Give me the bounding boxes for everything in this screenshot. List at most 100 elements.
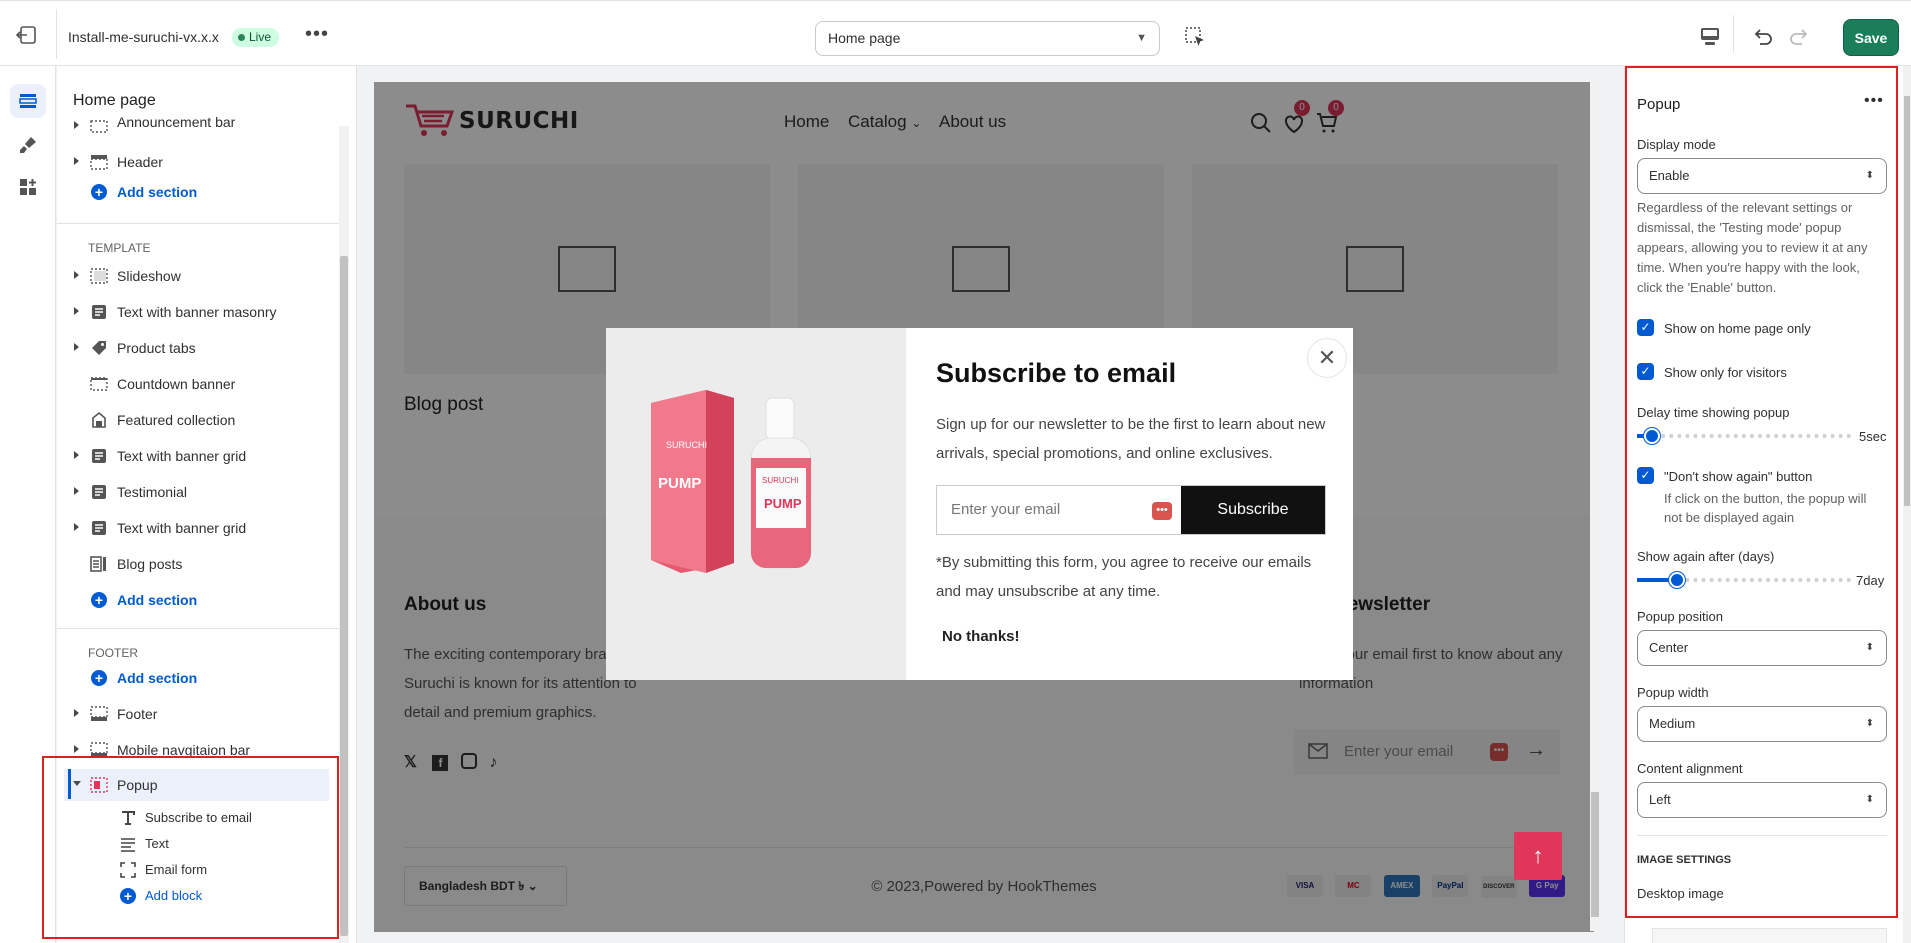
expand-icon[interactable] bbox=[74, 157, 79, 165]
section-item-label: Featured collection bbox=[117, 412, 236, 428]
expand-icon[interactable] bbox=[74, 487, 79, 495]
section-item-footer[interactable]: Footer bbox=[57, 699, 337, 729]
section-item-countdown-banner[interactable]: Countdown banner bbox=[57, 369, 337, 399]
settings-scrollbar[interactable] bbox=[1903, 66, 1911, 943]
expand-icon[interactable] bbox=[74, 121, 79, 129]
brush-icon bbox=[20, 137, 36, 153]
scrollbar-thumb[interactable] bbox=[1591, 792, 1599, 917]
scrollbar-thumb[interactable] bbox=[340, 256, 348, 936]
preview-area: SURUCHI Home Catalog ⌄ About us 0 0 Blog… bbox=[358, 66, 1623, 943]
status-badge: Live bbox=[232, 28, 280, 47]
slideshow-icon bbox=[90, 268, 108, 284]
section-item-label: Slideshow bbox=[117, 268, 181, 284]
store-preview: SURUCHI Home Catalog ⌄ About us 0 0 Blog… bbox=[374, 82, 1594, 932]
section-item-text-banner-grid[interactable]: Text with banner grid bbox=[57, 441, 337, 471]
box-brand: SURUCHI bbox=[666, 440, 707, 450]
header-icon bbox=[90, 155, 108, 170]
group-label-template: TEMPLATE bbox=[88, 241, 151, 255]
section-item-label: Announcement bar bbox=[117, 117, 236, 130]
email-input[interactable]: Enter your email bbox=[951, 501, 1060, 518]
desktop-image-picker[interactable] bbox=[1652, 928, 1887, 943]
back-to-top-button[interactable]: ↑ bbox=[1514, 832, 1562, 880]
redo-icon[interactable] bbox=[1789, 26, 1811, 48]
blog-icon bbox=[90, 556, 106, 572]
expand-icon[interactable] bbox=[74, 709, 79, 717]
apps-icon bbox=[20, 179, 36, 195]
box-product: PUMP bbox=[658, 475, 701, 492]
highlight-box bbox=[42, 756, 339, 939]
expand-icon[interactable] bbox=[74, 451, 79, 459]
popup-email-form: Enter your email ••• Subscribe bbox=[936, 485, 1326, 535]
top-bar: Install-me-suruchi-vx.x.x Live ••• Home … bbox=[0, 0, 1911, 66]
product-image: SURUCHI PUMP SURUCHI PUMP bbox=[651, 390, 812, 573]
section-item-label: Footer bbox=[117, 706, 158, 722]
scrollbar-thumb[interactable] bbox=[1904, 96, 1910, 506]
text-block-icon bbox=[92, 485, 106, 499]
popup-image: SURUCHI PUMP SURUCHI PUMP bbox=[606, 328, 906, 680]
add-section-header[interactable]: + Add section bbox=[57, 177, 337, 207]
section-item-slideshow[interactable]: Slideshow bbox=[57, 261, 337, 291]
desktop-icon[interactable] bbox=[1699, 27, 1721, 47]
divider bbox=[57, 628, 339, 629]
sections-icon bbox=[19, 94, 37, 108]
inspector-icon[interactable] bbox=[1184, 26, 1206, 48]
plus-circle-icon: + bbox=[91, 184, 107, 200]
apps-tab[interactable] bbox=[10, 170, 46, 204]
section-item-text-banner-grid-2[interactable]: Text with banner grid bbox=[57, 513, 337, 543]
exit-icon[interactable] bbox=[16, 26, 38, 44]
section-item-text-banner-masonry[interactable]: Text with banner masonry bbox=[57, 297, 337, 327]
add-section-footer[interactable]: + Add section bbox=[57, 663, 337, 693]
page-selector[interactable]: Home page ▼ bbox=[815, 21, 1160, 56]
popup-description: Sign up for our newsletter to be the fir… bbox=[936, 416, 1326, 462]
add-section-label: Add section bbox=[117, 670, 198, 686]
caret-down-icon: ▼ bbox=[1136, 32, 1147, 44]
add-section-label: Add section bbox=[117, 592, 198, 608]
bottle-brand: SURUCHI bbox=[762, 476, 798, 485]
text-block-icon bbox=[92, 305, 106, 319]
close-icon[interactable]: ✕ bbox=[1307, 338, 1347, 378]
text-block-icon bbox=[92, 521, 106, 535]
section-item-announcement[interactable]: Announcement bar bbox=[57, 117, 337, 137]
highlight-box bbox=[1625, 66, 1898, 918]
expand-icon[interactable] bbox=[74, 745, 79, 753]
expand-icon[interactable] bbox=[74, 271, 79, 279]
section-item-label: Product tabs bbox=[117, 340, 196, 356]
plus-circle-icon: + bbox=[91, 592, 107, 608]
page-selector-value: Home page bbox=[828, 30, 901, 46]
expand-icon[interactable] bbox=[74, 343, 79, 351]
section-item-product-tabs[interactable]: Product tabs bbox=[57, 333, 337, 363]
section-icon bbox=[90, 120, 108, 133]
section-icon bbox=[90, 377, 108, 391]
section-item-testimonial[interactable]: Testimonial bbox=[57, 477, 337, 507]
panel-title: Home page bbox=[73, 92, 156, 109]
password-manager-icon[interactable]: ••• bbox=[1152, 502, 1172, 520]
section-item-featured-collection[interactable]: Featured collection bbox=[57, 405, 337, 435]
add-section-label: Add section bbox=[117, 184, 198, 200]
section-item-label: Text with banner grid bbox=[117, 520, 247, 536]
divider bbox=[1733, 15, 1734, 53]
tag-icon bbox=[92, 341, 106, 355]
text-block-icon bbox=[92, 449, 106, 463]
more-actions-icon[interactable]: ••• bbox=[305, 24, 329, 44]
preview-scrollbar[interactable] bbox=[1590, 82, 1600, 931]
popup-note: *By submitting this form, you agree to r… bbox=[936, 554, 1312, 600]
save-button[interactable]: Save bbox=[1843, 19, 1899, 56]
section-item-label: Text with banner grid bbox=[117, 448, 247, 464]
section-item-blog-posts[interactable]: Blog posts bbox=[57, 549, 337, 579]
theme-settings-tab[interactable] bbox=[10, 128, 46, 162]
divider bbox=[57, 223, 339, 224]
add-section-template[interactable]: + Add section bbox=[57, 585, 337, 615]
sections-tab[interactable] bbox=[10, 84, 46, 118]
undo-icon[interactable] bbox=[1751, 26, 1773, 48]
plus-circle-icon: + bbox=[91, 670, 107, 686]
section-item-header[interactable]: Header bbox=[57, 147, 337, 177]
no-thanks-button[interactable]: No thanks! bbox=[942, 628, 1020, 645]
subscribe-popup: SURUCHI PUMP SURUCHI PUMP Subscribe to e… bbox=[606, 328, 1353, 680]
scrollbar[interactable] bbox=[339, 126, 349, 943]
section-item-label: Countdown banner bbox=[117, 376, 236, 392]
section-item-label: Header bbox=[117, 154, 163, 170]
expand-icon[interactable] bbox=[74, 307, 79, 315]
expand-icon[interactable] bbox=[74, 523, 79, 531]
subscribe-button[interactable]: Subscribe bbox=[1181, 486, 1325, 534]
popup-title: Subscribe to email bbox=[936, 358, 1177, 388]
